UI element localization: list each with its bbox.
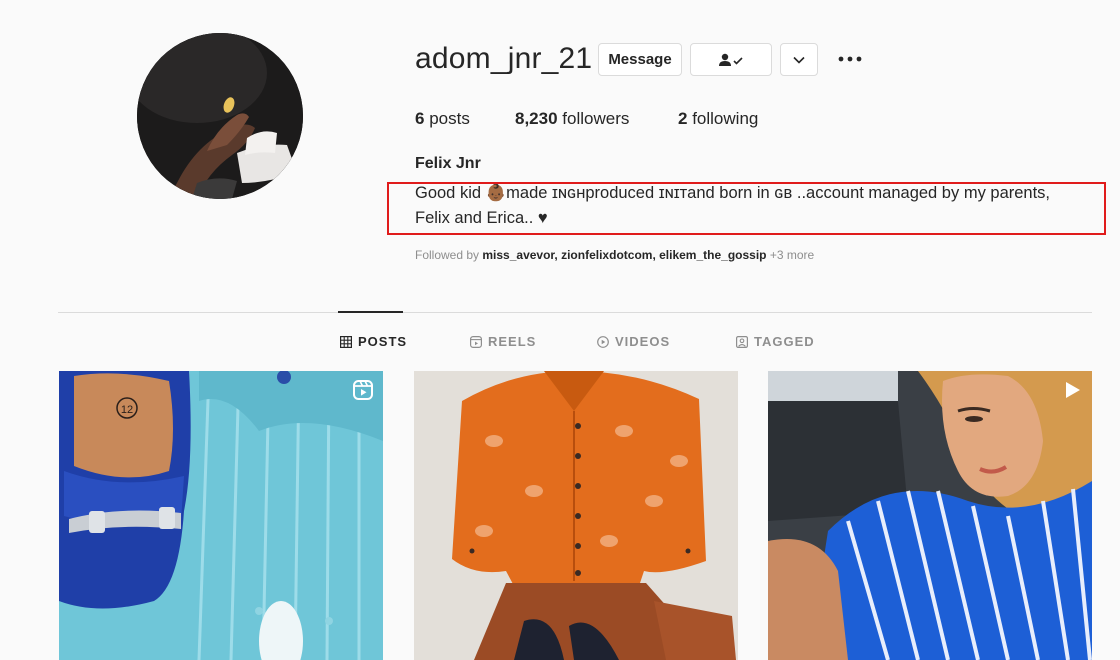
more-dots-icon [838, 56, 862, 62]
person-check-icon [719, 53, 743, 66]
chevron-down-icon [793, 56, 805, 64]
avatar-image [137, 33, 303, 199]
followers-label: followers [562, 109, 630, 128]
reels-badge-icon [353, 380, 373, 400]
followers-stat[interactable]: 8,230 followers [515, 109, 629, 129]
followed-by-prefix: Followed by [415, 248, 480, 262]
tab-posts-label: POSTS [358, 334, 408, 349]
video-play-badge-icon [1066, 382, 1080, 398]
profile-bio: Good kid 👶🏾made ɪɴɢʜproduced ɪɴɪᴛand bor… [415, 181, 1105, 231]
tab-reels[interactable]: REELS [470, 334, 536, 349]
followed-by-names: miss_avevor, zionfelixdotcom, elikem_the… [482, 248, 767, 262]
tabs-divider [58, 312, 1092, 313]
profile-full-name: Felix Jnr [415, 155, 481, 172]
svg-text:12: 12 [121, 404, 133, 416]
message-button[interactable]: Message [598, 43, 682, 76]
following-count: 2 [678, 109, 688, 128]
tab-videos-label: VIDEOS [615, 334, 671, 349]
post-image-1: 12 [59, 371, 383, 660]
play-circle-icon [597, 335, 609, 348]
followed-by-line[interactable]: Followed by miss_avevor, zionfelixdotcom… [415, 248, 814, 262]
tab-tagged[interactable]: TAGGED [736, 334, 815, 349]
following-button[interactable] [690, 43, 772, 76]
tab-reels-label: REELS [488, 334, 537, 349]
profile-username: adom_jnr_21 [415, 42, 593, 75]
bio-line-2: Felix and Erica.. ♥ [415, 209, 548, 227]
post-tile-1[interactable]: 12 [59, 371, 383, 660]
more-options-button[interactable] [836, 46, 864, 72]
grid-icon [340, 335, 352, 348]
post-tile-2[interactable] [414, 371, 738, 660]
followers-count: 8,230 [515, 109, 558, 128]
posts-count: 6 [415, 109, 425, 128]
bio-line-1: Good kid 👶🏾made ɪɴɢʜproduced ɪɴɪᴛand bor… [415, 184, 1051, 202]
post-tile-3[interactable] [768, 371, 1092, 660]
tab-videos[interactable]: VIDEOS [597, 334, 670, 349]
reels-icon [470, 335, 482, 348]
active-tab-indicator [338, 311, 403, 313]
suggestions-dropdown-button[interactable] [780, 43, 818, 76]
tab-tagged-label: TAGGED [754, 334, 815, 349]
followed-by-more: +3 more [769, 248, 815, 262]
post-image-2 [414, 371, 738, 660]
posts-count-stat: 6 posts [415, 109, 470, 129]
following-stat[interactable]: 2 following [678, 109, 758, 129]
tab-posts[interactable]: POSTS [340, 334, 407, 349]
post-image-3 [768, 371, 1092, 660]
posts-label: posts [429, 109, 470, 128]
tagged-icon [736, 335, 748, 348]
profile-avatar[interactable] [137, 33, 303, 199]
following-label: following [692, 109, 759, 128]
